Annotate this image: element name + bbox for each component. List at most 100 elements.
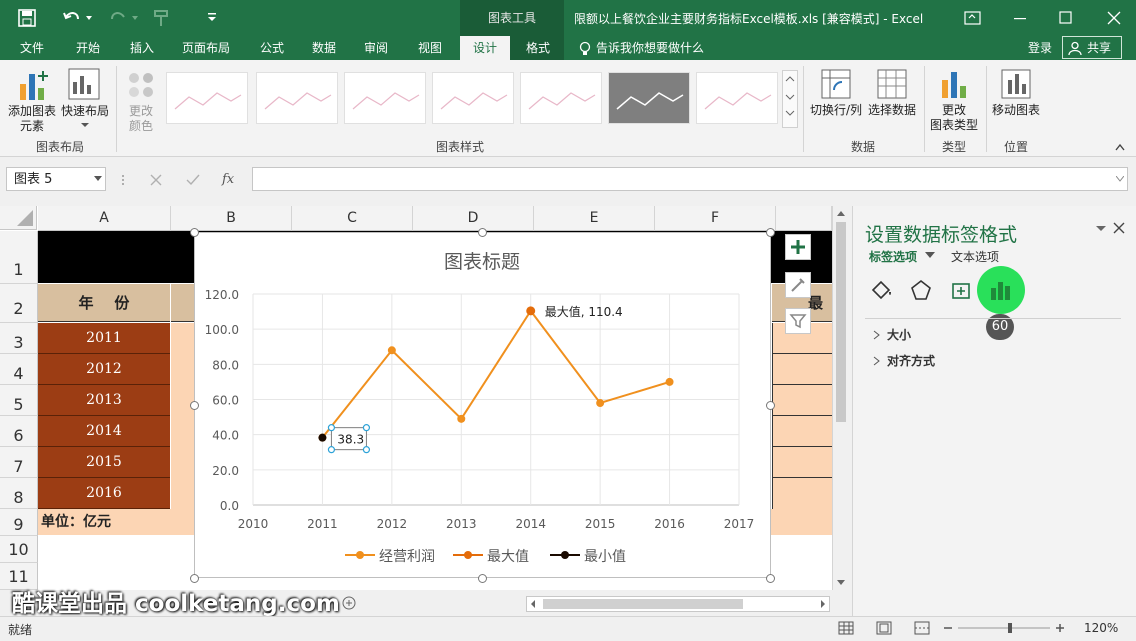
pane-close-icon[interactable] [1113,222,1125,234]
normal-view-icon[interactable] [838,621,854,635]
resize-handle[interactable] [478,228,487,237]
row-header-9[interactable]: 9 [0,509,38,536]
chart-style-2[interactable] [256,72,338,124]
year-cell[interactable]: 2012 [38,354,170,385]
row-header-8[interactable]: 8 [0,478,38,509]
zoom-slider[interactable] [942,621,1068,635]
resize-handle[interactable] [766,228,775,237]
year-cell[interactable]: 2015 [38,447,170,478]
label-options-dropdown-icon[interactable] [925,252,935,260]
resize-handle[interactable] [766,401,775,410]
resize-handle[interactable] [190,228,199,237]
tab-review[interactable]: 审阅 [352,36,400,60]
size-properties-icon[interactable] [949,278,973,302]
select-data-button[interactable]: 选择数据 [866,103,918,118]
resize-handle[interactable] [478,574,487,583]
tab-formulas[interactable]: 公式 [248,36,296,60]
effects-pentagon-icon[interactable] [909,278,933,302]
size-section[interactable]: 大小 [887,326,911,343]
share-button[interactable]: 共享 [1062,36,1122,59]
chart-filters-button[interactable] [785,308,811,334]
quick-layout-button[interactable]: 快速布局 [60,104,110,119]
customize-qat-icon[interactable] [206,12,218,24]
row-header-4[interactable]: 4 [0,354,38,385]
undo-icon[interactable] [62,9,92,27]
change-chart-type-icon[interactable] [938,68,970,100]
expand-formula-icon[interactable] [1116,176,1124,182]
tab-file[interactable]: 文件 [8,36,56,60]
select-data-icon[interactable] [876,68,908,100]
chart-elements-button[interactable] [785,234,811,260]
horizontal-scrollbar[interactable] [526,596,830,612]
tab-format[interactable]: 格式 [514,36,562,60]
page-layout-view-icon[interactable] [876,621,892,635]
col-header-g[interactable] [776,206,832,231]
save-icon[interactable] [18,9,36,27]
close-icon[interactable] [1106,10,1122,26]
row-header-3[interactable]: 3 [0,323,38,354]
collapse-ribbon-icon[interactable] [1114,142,1126,152]
row-header-6[interactable]: 6 [0,416,38,447]
maximize-icon[interactable] [1058,10,1074,26]
col-header-e[interactable]: E [534,206,655,231]
year-cell[interactable]: 2011 [38,323,170,354]
add-chart-element-icon[interactable] [18,68,48,102]
row-header-10[interactable]: 10 [0,536,38,563]
alignment-section[interactable]: 对齐方式 [887,352,935,369]
chart-style-7[interactable] [696,72,778,124]
chart-style-3[interactable] [344,72,426,124]
year-cell[interactable]: 2013 [38,385,170,416]
ribbon-display-icon[interactable] [964,10,982,26]
styles-scroll[interactable] [782,70,798,128]
year-cell[interactable]: 2014 [38,416,170,447]
row-header-5[interactable]: 5 [0,385,38,416]
switch-row-column-icon[interactable] [820,68,852,100]
tell-me-search[interactable]: 告诉我你想要做什么 [596,36,716,60]
fill-line-icon[interactable] [869,278,893,302]
line-chart[interactable]: 图表标题 0.0 20.0 40.0 60.0 80.0 100.0 120.0 2010 201… [194,232,771,578]
minimize-icon[interactable] [1012,10,1028,26]
quick-layout-icon[interactable] [68,68,100,100]
chart-style-6[interactable] [608,72,690,124]
sign-in-link[interactable]: 登录 [1020,36,1060,60]
chart-style-1[interactable] [166,72,248,124]
data-cells-right[interactable] [772,323,832,509]
switch-row-column-button[interactable]: 切换行/列 [806,103,866,118]
pane-options-dropdown-icon[interactable] [1095,224,1107,234]
tab-insert[interactable]: 插入 [118,36,166,60]
resize-handle[interactable] [190,574,199,583]
tab-home[interactable]: 开始 [64,36,112,60]
row-header-7[interactable]: 7 [0,447,38,478]
resize-handle[interactable] [190,401,199,410]
expand-arrow-icon[interactable] [873,330,881,340]
vertical-scrollbar[interactable] [832,206,849,590]
chart-style-4[interactable] [432,72,514,124]
year-cell[interactable]: 2016 [38,478,170,509]
col-header-a[interactable]: A [38,206,171,231]
col-header-d[interactable]: D [413,206,534,231]
name-box[interactable]: 图表 5 [6,167,106,191]
header-year-cell[interactable]: 年 份 [38,284,170,322]
zoom-level[interactable]: 120% [1084,621,1118,635]
expand-arrow-icon[interactable] [873,356,881,366]
tab-design[interactable]: 设计 [460,36,510,60]
row-header-1[interactable]: 1 [0,231,38,284]
label-options-tab[interactable]: 标签选项 [869,248,917,265]
tab-data[interactable]: 数据 [300,36,348,60]
change-chart-type-button[interactable]: 更改 图表类型 [926,103,982,133]
text-options-tab[interactable]: 文本选项 [951,248,999,265]
add-sheet-icon[interactable] [342,596,356,610]
tab-page-layout[interactable]: 页面布局 [174,36,238,60]
move-chart-icon[interactable] [1000,68,1032,100]
label-options-highlight[interactable] [977,266,1025,314]
select-all-corner[interactable] [0,206,37,230]
row-header-2[interactable]: 2 [0,284,38,323]
add-chart-element-button[interactable]: 添加图表 元素 [4,104,60,134]
page-break-view-icon[interactable] [914,621,930,635]
name-box-dropdown-icon[interactable] [94,176,102,182]
tab-view[interactable]: 视图 [406,36,454,60]
resize-handle[interactable] [766,574,775,583]
col-header-b[interactable]: B [171,206,292,231]
chart-style-5[interactable] [520,72,602,124]
col-header-f[interactable]: F [655,206,776,231]
